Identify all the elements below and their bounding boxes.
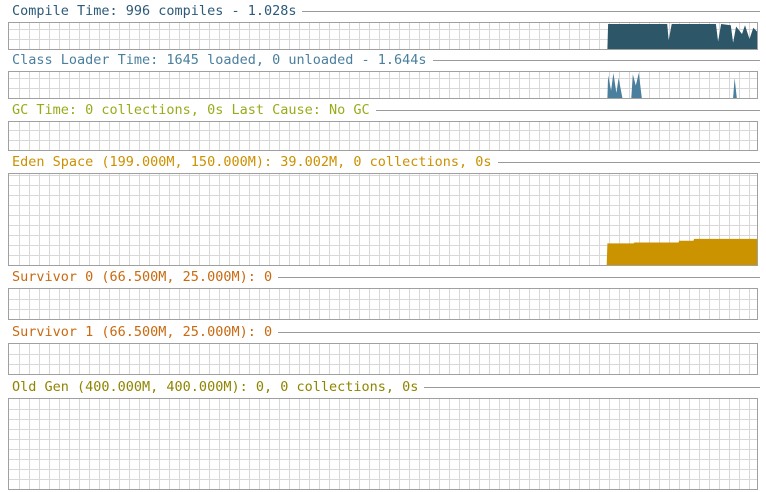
graph-class-loader-time (8, 71, 758, 99)
panel-title: GC Time: 0 collections, 0s Last Cause: N… (12, 102, 374, 119)
panel-title-rule (375, 110, 760, 111)
grid (9, 72, 757, 98)
series-fill (9, 238, 757, 265)
panel-survivor-1: Survivor 1 (66.500M, 25.000M): 0 (0, 324, 766, 377)
panel-title-rule (302, 11, 760, 12)
grid (9, 289, 757, 319)
panel-title: Eden Space (199.000M, 150.000M): 39.002M… (12, 154, 496, 171)
series-fill (9, 73, 757, 98)
panel-title-rule (432, 60, 760, 61)
graph-canvas (9, 72, 757, 98)
panel-class-loader-time: Class Loader Time: 1645 loaded, 0 unload… (0, 52, 766, 99)
panel-title-rule (278, 332, 760, 333)
panel-title-rule (278, 277, 760, 278)
graph-survivor-1 (8, 343, 758, 375)
panel-eden-space: Eden Space (199.000M, 150.000M): 39.002M… (0, 154, 766, 267)
panel-title-rule (497, 162, 760, 163)
graph-canvas (9, 344, 757, 374)
panel-title: Compile Time: 996 compiles - 1.028s (12, 3, 301, 20)
panel-gc-time: GC Time: 0 collections, 0s Last Cause: N… (0, 102, 766, 151)
panel-old-gen: Old Gen (400.000M, 400.000M): 0, 0 colle… (0, 379, 766, 491)
panel-survivor-0: Survivor 0 (66.500M, 25.000M): 0 (0, 269, 766, 322)
graph-canvas (9, 174, 757, 265)
graph-survivor-0 (8, 288, 758, 320)
grid (9, 122, 757, 150)
grid (9, 399, 757, 489)
graph-canvas (9, 399, 757, 489)
graph-gc-time (8, 121, 758, 151)
graph-eden-space (8, 173, 758, 266)
panel-title: Old Gen (400.000M, 400.000M): 0, 0 colle… (12, 379, 423, 396)
series-fill (9, 24, 757, 49)
panel-title: Class Loader Time: 1645 loaded, 0 unload… (12, 52, 431, 69)
grid (9, 344, 757, 374)
panel-compile-time: Compile Time: 996 compiles - 1.028s (0, 3, 766, 50)
graph-canvas (9, 289, 757, 319)
panel-title: Survivor 0 (66.500M, 25.000M): 0 (12, 269, 277, 286)
graph-canvas (9, 122, 757, 150)
panel-title-rule (424, 387, 760, 388)
graph-old-gen (8, 398, 758, 490)
graph-canvas (9, 23, 757, 49)
panel-title: Survivor 1 (66.500M, 25.000M): 0 (12, 324, 277, 341)
graph-compile-time (8, 22, 758, 50)
